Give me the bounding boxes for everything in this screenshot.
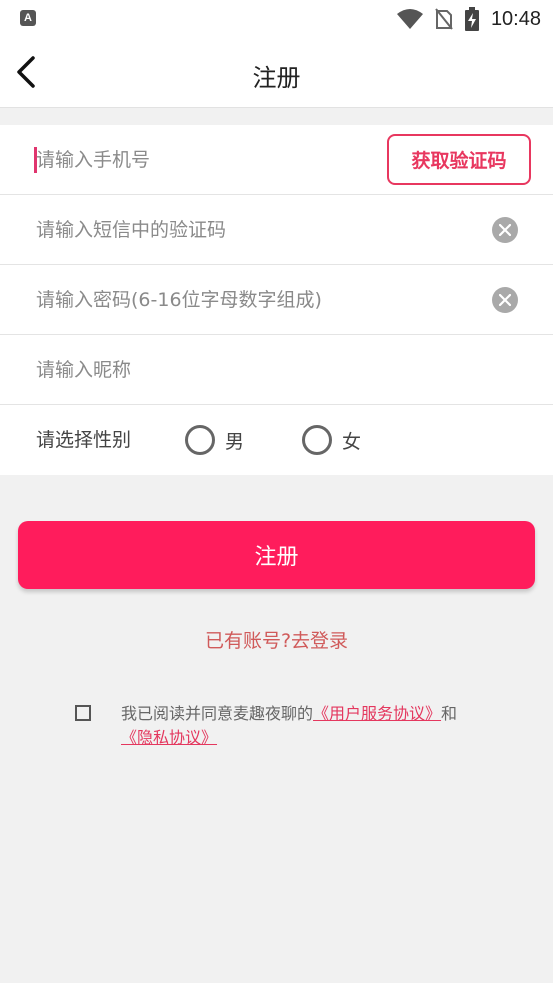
gender-male-label: 男 <box>225 430 245 453</box>
register-form: 获取验证码 请选择性别 男 女 <box>0 125 553 475</box>
phone-row: 获取验证码 <box>0 125 553 195</box>
service-agreement-link[interactable]: 《用户服务协议》 <box>313 704 441 723</box>
clear-icon <box>499 294 511 306</box>
wifi-icon <box>396 9 423 29</box>
app-notification-icon: A <box>20 10 36 26</box>
gender-female-label: 女 <box>342 430 362 453</box>
go-login-link[interactable]: 已有账号?去登录 <box>0 626 553 653</box>
get-code-button[interactable]: 获取验证码 <box>387 134 531 185</box>
privacy-agreement-link[interactable]: 《隐私协议》 <box>121 728 217 747</box>
nickname-input[interactable] <box>36 335 466 405</box>
gender-female-radio[interactable]: 女 <box>302 425 361 455</box>
sms-code-input[interactable] <box>36 195 466 265</box>
agreement-connector: 和 <box>441 704 458 723</box>
sms-code-row <box>0 195 553 265</box>
register-button[interactable]: 注册 <box>18 521 535 589</box>
nickname-row <box>0 335 553 405</box>
gender-male-radio[interactable]: 男 <box>185 425 244 455</box>
clock-time: 10:48 <box>490 7 541 30</box>
clear-sms-code-button[interactable] <box>492 217 518 243</box>
no-sim-icon <box>435 8 453 30</box>
clear-password-button[interactable] <box>492 287 518 313</box>
header-bar: 注册 <box>0 38 553 108</box>
battery-charging-icon <box>464 7 479 31</box>
agreement-text: 我已阅读并同意麦趣夜聊的《用户服务协议》和《隐私协议》 <box>121 702 461 750</box>
gender-row: 请选择性别 男 女 <box>0 405 553 475</box>
password-input[interactable] <box>36 265 466 335</box>
gender-label: 请选择性别 <box>36 429 132 451</box>
status-icons: 10:48 <box>396 6 541 32</box>
radio-circle-icon <box>185 425 215 455</box>
agreement-prefix: 我已阅读并同意麦趣夜聊的 <box>121 704 314 723</box>
page-title: 注册 <box>252 64 301 92</box>
radio-circle-icon <box>302 425 332 455</box>
clear-icon <box>499 224 511 236</box>
password-row <box>0 265 553 335</box>
status-bar: A 10:48 <box>0 0 553 38</box>
agreement-checkbox[interactable] <box>75 705 91 721</box>
